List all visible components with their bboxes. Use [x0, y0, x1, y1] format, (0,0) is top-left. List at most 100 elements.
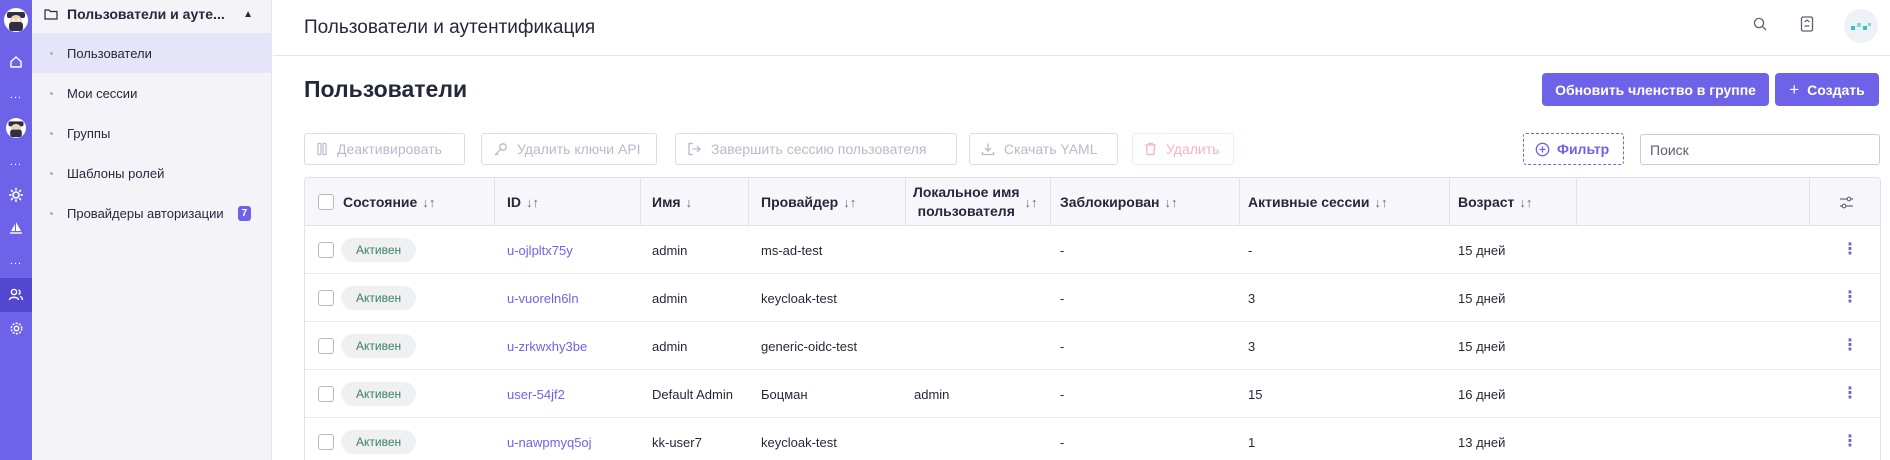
table-row: Активен u-ojlpltx75y admin ms-ad-test - …: [305, 226, 1880, 274]
user-name: admin: [652, 290, 688, 306]
folder-icon: [44, 8, 58, 20]
bullet-icon: [50, 211, 53, 215]
sidebar-item-label: Мои сессии: [67, 85, 138, 101]
sidebar-item-label: Группы: [67, 125, 111, 141]
user-provider: Боцман: [761, 386, 808, 402]
row-checkbox[interactable]: [318, 338, 334, 354]
column-label: Имя: [652, 194, 681, 210]
column-label: Активные сессии: [1248, 194, 1370, 210]
column-id[interactable]: ID ↓↑: [495, 178, 641, 226]
status-badge: Активен: [341, 382, 417, 406]
bullet-icon: [50, 171, 53, 175]
sort-icon[interactable]: ↓↑: [526, 195, 539, 210]
row-checkbox[interactable]: [318, 242, 334, 258]
sidebar-section-header[interactable]: Пользователи и ауте... ▲: [32, 0, 271, 28]
sort-icon[interactable]: ↓↑: [422, 195, 435, 210]
sort-icon[interactable]: ↓↑: [1374, 195, 1387, 210]
more-dots-icon[interactable]: ...: [0, 244, 32, 278]
trash-icon: [1144, 142, 1157, 156]
column-status[interactable]: Состояние ↓↑: [305, 178, 495, 226]
column-label: Состояние: [343, 194, 418, 210]
sidebar-item-my-sessions[interactable]: Мои сессии: [32, 73, 272, 113]
user-id-link[interactable]: user-54jf2: [507, 387, 565, 402]
user-id-link[interactable]: u-vuoreln6ln: [507, 291, 579, 306]
more-dots-icon[interactable]: ...: [0, 78, 32, 112]
download-yaml-button[interactable]: Скачать YAML: [969, 133, 1118, 165]
users-icon[interactable]: [0, 278, 32, 312]
delete-api-keys-button[interactable]: Удалить ключи API: [481, 133, 657, 165]
user-age: 15 дней: [1458, 290, 1506, 306]
user-blocked: -: [1060, 290, 1065, 306]
column-label: ID: [507, 194, 521, 210]
bullet-icon: [50, 131, 53, 135]
user-id-link[interactable]: u-ojlpltx75y: [507, 243, 573, 258]
more-dots-icon[interactable]: ...: [0, 145, 32, 179]
row-actions-kebab-icon[interactable]: ⋮: [1842, 434, 1858, 450]
update-group-membership-button[interactable]: Обновить членство в группе: [1542, 73, 1769, 106]
table-row: Активен u-vuoreln6ln admin keycloak-test…: [305, 274, 1880, 322]
select-all-checkbox[interactable]: [318, 194, 334, 210]
logo-avatar-icon[interactable]: [0, 3, 32, 37]
header-title: Пользователи и аутентификация: [304, 16, 596, 38]
delete-button[interactable]: Удалить: [1132, 133, 1234, 165]
row-actions-kebab-icon[interactable]: ⋮: [1842, 338, 1858, 354]
table-header: Состояние ↓↑ ID ↓↑ Имя ↓ Провайдер ↓↑ Ло…: [305, 178, 1880, 226]
column-local-name[interactable]: Локальное имя пользователя ↓↑: [906, 178, 1051, 226]
create-button[interactable]: + Создать: [1775, 73, 1879, 106]
sort-icon[interactable]: ↓↑: [1165, 195, 1178, 210]
sidebar-item-auth-providers[interactable]: Провайдеры авторизации 7: [32, 193, 272, 233]
column-settings-icon[interactable]: [1810, 178, 1880, 226]
home-icon[interactable]: [0, 45, 32, 79]
download-yaml-label: Скачать YAML: [1004, 141, 1098, 157]
sort-icon[interactable]: ↓↑: [1519, 195, 1532, 210]
gear-cluster-icon[interactable]: [0, 178, 32, 212]
user-age: 15 дней: [1458, 242, 1506, 258]
user-avatar-icon[interactable]: [1844, 9, 1878, 43]
user-provider: keycloak-test: [761, 434, 837, 450]
sort-icon[interactable]: ↓↑: [843, 195, 856, 210]
table-row: Активен u-zrkwxhy3be admin generic-oidc-…: [305, 322, 1880, 370]
row-actions-kebab-icon[interactable]: ⋮: [1842, 290, 1858, 306]
deactivate-label: Деактивировать: [337, 141, 442, 157]
document-icon[interactable]: [1800, 16, 1814, 32]
row-actions-kebab-icon[interactable]: ⋮: [1842, 242, 1858, 258]
delete-api-keys-label: Удалить ключи API: [517, 141, 641, 157]
count-badge: 7: [237, 205, 252, 221]
sail-icon[interactable]: [0, 211, 32, 245]
column-age[interactable]: Возраст ↓↑: [1450, 178, 1577, 226]
download-icon: [981, 142, 995, 156]
column-provider[interactable]: Провайдер ↓↑: [749, 178, 906, 226]
sort-icon[interactable]: ↓↑: [1024, 195, 1037, 210]
filter-button[interactable]: Фильтр: [1523, 133, 1624, 165]
user-active-sessions: 3: [1248, 290, 1256, 306]
user-blocked: -: [1060, 434, 1065, 450]
user-active-sessions: 3: [1248, 338, 1256, 354]
deactivate-button[interactable]: Деактивировать: [304, 133, 465, 165]
sidebar-item-role-templates[interactable]: Шаблоны ролей: [32, 153, 272, 193]
user-provider: generic-oidc-test: [761, 338, 858, 354]
create-button-label: Создать: [1807, 81, 1865, 98]
user-provider: keycloak-test: [761, 290, 837, 306]
user-id-link[interactable]: u-zrkwxhy3be: [507, 339, 587, 354]
sort-desc-icon[interactable]: ↓: [686, 195, 693, 210]
row-checkbox[interactable]: [318, 434, 334, 450]
top-header: Пользователи и аутентификация: [273, 0, 1890, 56]
caret-up-icon: ▲: [243, 8, 253, 20]
row-checkbox[interactable]: [318, 386, 334, 402]
user-id-link[interactable]: u-nawpmyq5oj: [507, 435, 592, 450]
status-badge: Активен: [341, 430, 417, 454]
column-active-sessions[interactable]: Активные сессии ↓↑: [1240, 178, 1450, 226]
avatar-icon[interactable]: [0, 111, 32, 145]
sidebar-item-users[interactable]: Пользователи: [32, 33, 272, 73]
sidebar-item-groups[interactable]: Группы: [32, 113, 272, 153]
row-checkbox[interactable]: [318, 290, 334, 306]
column-label: Возраст: [1458, 194, 1515, 210]
column-name[interactable]: Имя ↓: [641, 178, 749, 226]
search-icon[interactable]: [1752, 16, 1768, 32]
column-blocked[interactable]: Заблокирован ↓↑: [1051, 178, 1240, 226]
plus-icon: +: [1789, 79, 1800, 99]
settings-icon[interactable]: [0, 311, 32, 345]
end-user-session-button[interactable]: Завершить сессию пользователя: [675, 133, 957, 165]
row-actions-kebab-icon[interactable]: ⋮: [1842, 386, 1858, 402]
search-input[interactable]: [1640, 134, 1880, 165]
